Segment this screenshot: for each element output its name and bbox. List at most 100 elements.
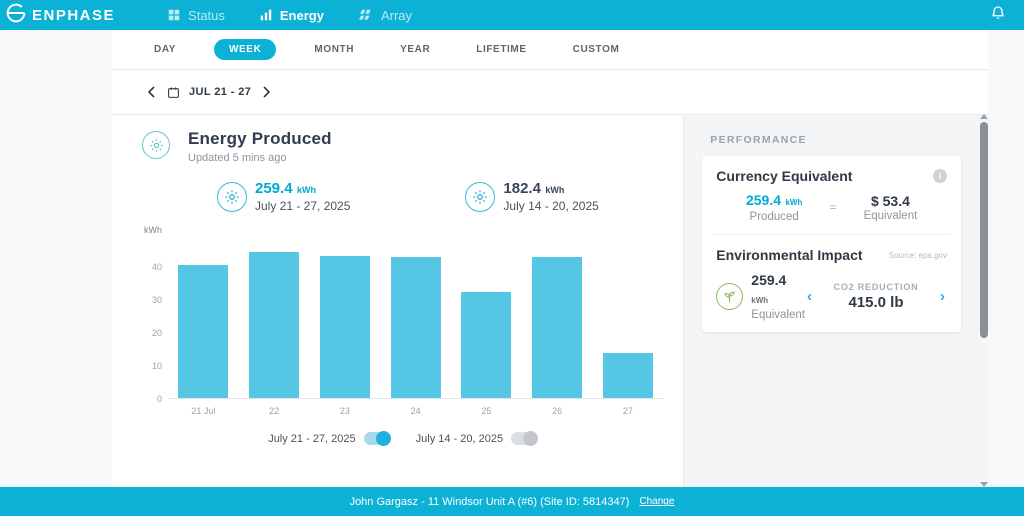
energy-bar-chart: kWh 010203040 21 Jul222324252627	[142, 225, 663, 416]
site-footer: John Gargasz - 11 Windsor Unit A (#6) (S…	[0, 487, 1024, 516]
toggle-knob	[523, 431, 538, 446]
bar-slot	[522, 241, 593, 398]
updated-label: Updated 5 mins ago	[188, 152, 332, 164]
brand-name: ENPHASE	[32, 7, 115, 24]
stat-period: July 14 - 20, 2025	[503, 199, 598, 213]
plot-wrap: 010203040	[142, 241, 663, 399]
tab-month[interactable]: MONTH	[306, 39, 362, 60]
bar-slot	[593, 241, 664, 398]
calendar-icon[interactable]	[167, 86, 180, 99]
produced-unit: kWh	[785, 198, 802, 207]
legend-label: July 14 - 20, 2025	[416, 433, 503, 445]
section-header: Energy Produced Updated 5 mins ago	[142, 129, 663, 164]
metric-prev-icon[interactable]: ‹	[805, 289, 814, 304]
info-icon[interactable]: i	[933, 169, 947, 183]
x-tick-label: 23	[310, 399, 381, 416]
y-axis: 010203040	[142, 241, 168, 399]
tab-lifetime[interactable]: LIFETIME	[468, 39, 534, 60]
stat-period: July 21 - 27, 2025	[255, 199, 350, 213]
currency-title: Currency Equivalent	[716, 168, 852, 184]
bar-25[interactable]	[461, 292, 511, 398]
nav-item-energy[interactable]: Energy	[259, 8, 324, 23]
y-tick-label: 10	[152, 361, 162, 371]
array-icon	[358, 8, 374, 22]
bar-slot	[239, 241, 310, 398]
bar-27[interactable]	[603, 353, 653, 398]
top-bar: ENPHASE Status Energy Array	[0, 0, 1024, 30]
tab-week[interactable]: WEEK	[214, 39, 276, 60]
equivalent-block: $ 53.4 Equivalent	[864, 193, 918, 222]
main-nav: Status Energy Array	[167, 8, 412, 23]
tab-year[interactable]: YEAR	[392, 39, 438, 60]
currency-equivalent-section: Currency Equivalent i 259.4 kWh Produced…	[702, 156, 961, 234]
legend-item-previous: July 14 - 20, 2025	[416, 432, 537, 445]
bar-24[interactable]	[391, 257, 441, 398]
prev-period-button[interactable]	[145, 84, 158, 100]
produced-label: Produced	[746, 211, 802, 223]
y-tick-label: 30	[152, 295, 162, 305]
metric-label: CO2 REDUCTION	[824, 282, 928, 292]
legend-toggle[interactable]	[511, 432, 537, 445]
bell-icon[interactable]	[990, 4, 1006, 27]
environmental-impact-section: Environmental Impact Source: epa.gov 259…	[702, 235, 961, 332]
sprout-icon	[716, 283, 743, 310]
legend-toggle[interactable]	[364, 432, 390, 445]
produced-value: 259.4	[746, 192, 781, 208]
page-title: Energy Produced	[188, 129, 332, 149]
x-tick-label: 22	[239, 399, 310, 416]
bar-22[interactable]	[249, 252, 299, 398]
vertical-scrollbar	[978, 111, 990, 490]
period-tabs: DAY WEEK MONTH YEAR LIFETIME CUSTOM	[112, 30, 988, 70]
environment-values: 259.4 kWh Equivalent ‹ CO2 REDUCTION 415…	[716, 272, 947, 321]
y-tick-label: 40	[152, 262, 162, 272]
currency-amount-label: Equivalent	[864, 210, 918, 222]
date-range-label: JUL 21 - 27	[189, 86, 251, 98]
currency-values: 259.4 kWh Produced = $ 53.4 Equivalent	[716, 192, 947, 223]
metric-next-icon[interactable]: ›	[938, 289, 947, 304]
stat-value: 182.4	[503, 180, 541, 197]
x-tick-label: 25	[451, 399, 522, 416]
bar-21-jul[interactable]	[178, 265, 228, 398]
equals-sign: =	[830, 202, 836, 214]
stat-unit: kWh	[297, 185, 316, 195]
x-tick-label: 27	[593, 399, 664, 416]
performance-panel: PERFORMANCE Currency Equivalent i 259.4 …	[683, 115, 988, 487]
bar-slot	[310, 241, 381, 398]
change-site-link[interactable]: Change	[639, 496, 674, 507]
stat-value: 259.4	[255, 180, 293, 197]
env-unit: kWh	[751, 296, 768, 305]
grid-icon	[167, 8, 181, 22]
stat-previous-week: 182.4 kWh July 14 - 20, 2025	[465, 180, 598, 213]
bar-slot	[451, 241, 522, 398]
metric-value: 415.0 lb	[824, 294, 928, 311]
x-tick-label: 21 Jul	[168, 399, 239, 416]
date-navigator: JUL 21 - 27	[112, 70, 988, 115]
scrollbar-thumb[interactable]	[980, 122, 988, 338]
source-note: Source: epa.gov	[889, 251, 947, 260]
bar-23[interactable]	[320, 256, 370, 398]
sun-icon	[142, 131, 170, 159]
scroll-up-arrow[interactable]	[980, 114, 988, 119]
environment-title: Environmental Impact	[716, 247, 862, 263]
next-period-button[interactable]	[260, 84, 273, 100]
tab-custom[interactable]: CUSTOM	[565, 39, 628, 60]
nav-item-status[interactable]: Status	[167, 8, 225, 23]
nav-item-array[interactable]: Array	[358, 8, 412, 23]
plot-area	[168, 241, 663, 399]
x-tick-label: 24	[380, 399, 451, 416]
stat-unit: kWh	[545, 185, 564, 195]
x-axis: 21 Jul222324252627	[168, 399, 663, 416]
y-tick-label: 0	[157, 394, 162, 404]
env-value: 259.4	[751, 272, 786, 288]
env-metric-carousel: ‹ CO2 REDUCTION 415.0 lb ›	[805, 282, 947, 311]
legend-label: July 21 - 27, 2025	[268, 433, 355, 445]
enphase-logo[interactable]: ENPHASE	[0, 3, 115, 28]
x-tick-label: 26	[522, 399, 593, 416]
tab-day[interactable]: DAY	[146, 39, 184, 60]
bar-slot	[380, 241, 451, 398]
sun-icon	[217, 182, 247, 212]
bar-26[interactable]	[532, 257, 582, 398]
energy-produced-panel: Energy Produced Updated 5 mins ago 259.4…	[112, 115, 683, 487]
y-axis-title: kWh	[144, 225, 663, 235]
performance-heading: PERFORMANCE	[710, 134, 961, 146]
